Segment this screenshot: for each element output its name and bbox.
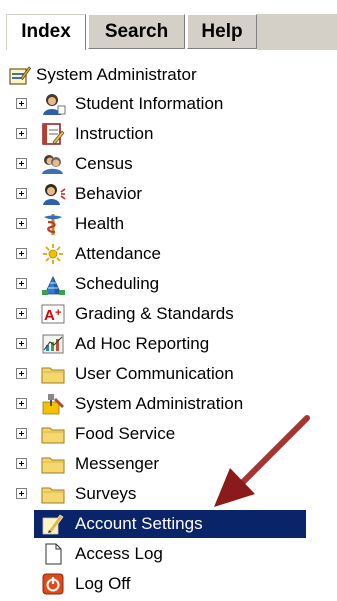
tree-item-log-off[interactable]: Log Off xyxy=(0,569,337,599)
tree-item-label: Access Log xyxy=(75,544,163,563)
expand-toggle[interactable] xyxy=(16,158,27,169)
tree-item-label: Ad Hoc Reporting xyxy=(75,334,210,353)
tree-item-user-communication[interactable]: User Communication xyxy=(0,359,337,389)
tree-item-label: Behavior xyxy=(75,184,143,203)
tree-item-ad-hoc-reporting[interactable]: Ad Hoc Reporting xyxy=(0,329,337,359)
tree-item-scheduling[interactable]: Scheduling xyxy=(0,269,337,299)
tree-item-label: Census xyxy=(75,154,133,173)
expand-toggle[interactable] xyxy=(16,338,27,349)
tree-item-label: Account Settings xyxy=(75,514,203,533)
tree-item-instruction[interactable]: Instruction xyxy=(0,119,337,149)
census-icon xyxy=(40,152,66,176)
instruction-icon xyxy=(40,122,66,146)
tree-item-label: Health xyxy=(75,214,125,233)
tab-strip-background xyxy=(257,14,337,50)
system-administration-icon xyxy=(40,392,66,416)
tree-item-label: Student Information xyxy=(75,94,224,113)
expand-toggle[interactable] xyxy=(16,458,27,469)
folder-icon xyxy=(40,452,66,476)
tree-item-label: Scheduling xyxy=(75,274,160,293)
expand-toggle[interactable] xyxy=(16,248,27,259)
svg-text:A: A xyxy=(44,307,55,324)
expand-toggle[interactable] xyxy=(16,188,27,199)
folder-icon xyxy=(40,362,66,386)
tree-item-grading-standards[interactable]: A + Grading & Standards xyxy=(0,299,337,329)
tree-item-messenger[interactable]: Messenger xyxy=(0,449,337,479)
attendance-icon xyxy=(40,242,66,266)
grading-icon: A + xyxy=(40,302,66,326)
folder-icon xyxy=(40,422,66,446)
tree-item-label: Attendance xyxy=(75,244,162,263)
tree-item-label: User Communication xyxy=(75,364,234,383)
expand-toggle[interactable] xyxy=(16,428,27,439)
tree-item-label: System Administration xyxy=(75,394,244,413)
navigation-panel: Index Search Help System Administrator S… xyxy=(0,0,337,601)
tree-item-label: Surveys xyxy=(75,484,137,503)
tab-help[interactable]: Help xyxy=(187,14,257,49)
tree-item-system-administration[interactable]: System Administration xyxy=(0,389,337,419)
expand-toggle[interactable] xyxy=(16,218,27,229)
expand-toggle[interactable] xyxy=(16,308,27,319)
folder-icon xyxy=(40,482,66,506)
system-administrator-icon xyxy=(9,64,32,86)
tab-bar: Index Search Help xyxy=(0,0,337,50)
expand-toggle[interactable] xyxy=(16,488,27,499)
scheduling-icon xyxy=(40,272,66,296)
tree-item-label: Messenger xyxy=(75,454,160,473)
expand-toggle[interactable] xyxy=(16,278,27,289)
tree-item-label: Instruction xyxy=(75,124,154,143)
tree-item-access-log[interactable]: Access Log xyxy=(0,539,337,569)
tree-item-label: Log Off xyxy=(75,574,131,593)
tree-root-label: System Administrator xyxy=(36,65,197,84)
expand-toggle[interactable] xyxy=(16,368,27,379)
tab-search[interactable]: Search xyxy=(88,14,185,49)
log-off-icon xyxy=(40,572,66,596)
account-settings-icon xyxy=(40,512,66,536)
ad-hoc-reporting-icon xyxy=(40,332,66,356)
tree-item-census[interactable]: Census xyxy=(0,149,337,179)
document-icon xyxy=(40,542,66,566)
tab-index[interactable]: Index xyxy=(6,14,86,50)
student-information-icon xyxy=(40,92,66,116)
tree-item-surveys[interactable]: Surveys xyxy=(0,479,337,509)
tree-item-health[interactable]: Health xyxy=(0,209,337,239)
tree-item-behavior[interactable]: Behavior xyxy=(0,179,337,209)
health-icon xyxy=(40,212,66,236)
tree-item-food-service[interactable]: Food Service xyxy=(0,419,337,449)
tree-item-label: Food Service xyxy=(75,424,176,443)
behavior-icon xyxy=(40,182,66,206)
expand-toggle[interactable] xyxy=(16,98,27,109)
tree-item-student-information[interactable]: Student Information xyxy=(0,89,337,119)
tree-item-label: Grading & Standards xyxy=(75,304,234,323)
expand-toggle[interactable] xyxy=(16,128,27,139)
expand-toggle[interactable] xyxy=(16,398,27,409)
svg-text:+: + xyxy=(55,307,61,319)
tree-item-account-settings[interactable]: Account Settings xyxy=(0,509,337,539)
tree-root[interactable]: System Administrator xyxy=(9,62,197,88)
tree-item-attendance[interactable]: Attendance xyxy=(0,239,337,269)
